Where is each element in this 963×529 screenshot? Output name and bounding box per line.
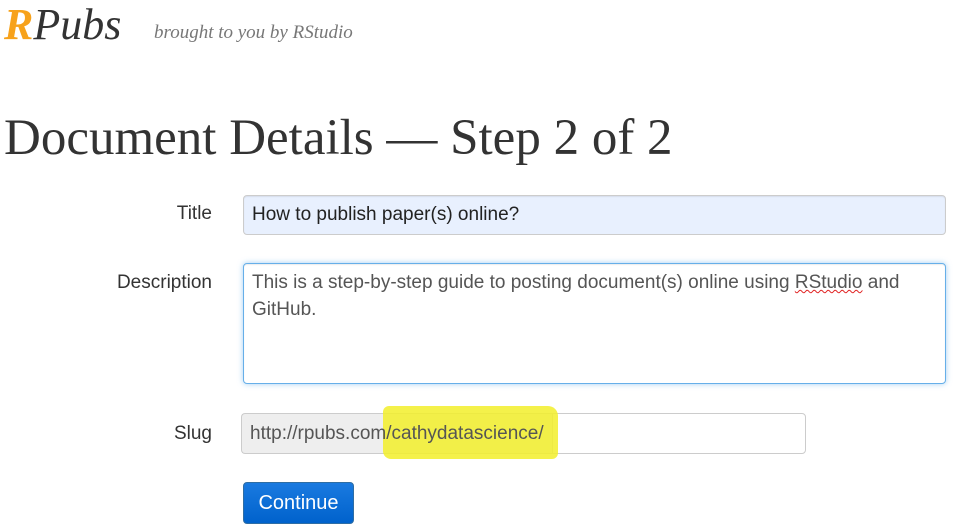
- slug-label: Slug: [173, 423, 212, 444]
- slug-prefix: http://rpubs.com/cathydatascience/: [241, 406, 558, 459]
- description-misspelled-word: RStudio: [794, 272, 863, 293]
- title-input[interactable]: How to publish paper(s) online?: [243, 195, 946, 235]
- slug-input[interactable]: [551, 413, 806, 454]
- page-title: Document Details — Step 2 of 2: [4, 110, 673, 166]
- logo-pubs: Pubs: [33, 0, 122, 49]
- slug-prefix-text: http://rpubs.com/cathydatascience/: [250, 423, 544, 444]
- description-label: Description: [116, 272, 212, 293]
- slug-input-group: http://rpubs.com/cathydatascience/: [241, 406, 806, 459]
- rpubs-logo[interactable]: RPubs: [4, 0, 121, 50]
- description-text-before: This is a step-by-step guide to posting …: [252, 272, 795, 293]
- tagline: brought to you by RStudio: [154, 22, 353, 43]
- continue-button[interactable]: Continue: [243, 482, 354, 524]
- logo-r: R: [4, 0, 34, 49]
- description-textarea[interactable]: This is a step-by-step guide to posting …: [243, 263, 946, 384]
- title-label: Title: [176, 203, 212, 224]
